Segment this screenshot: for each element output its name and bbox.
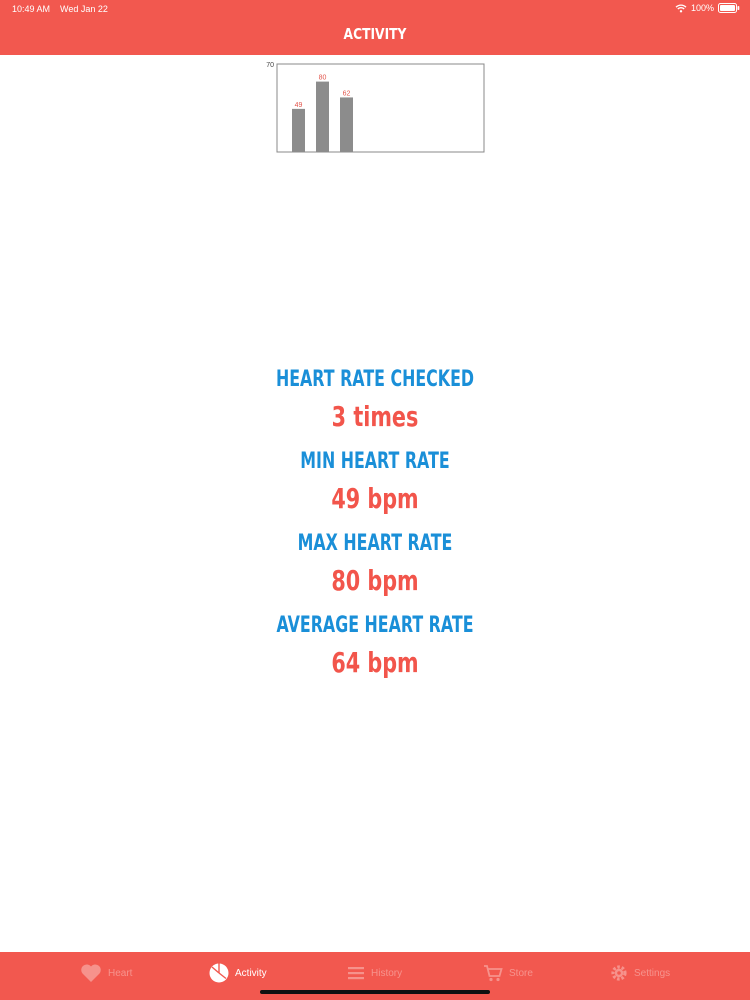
bar-value-label: 62 [343, 90, 351, 97]
heart-rate-chart: 70 49 80 62 [258, 58, 494, 158]
status-indicators: 100% [675, 3, 740, 13]
status-date: Wed Jan 22 [60, 4, 108, 14]
page-title: ACTIVITY [343, 25, 407, 43]
tab-store-label: Store [509, 967, 533, 979]
tab-heart-label: Heart [108, 967, 133, 979]
chart-bar [316, 81, 329, 152]
tab-activity[interactable]: Activity [209, 962, 267, 984]
tab-history[interactable]: History [347, 962, 402, 984]
cart-icon [483, 964, 503, 982]
heart-icon [80, 963, 102, 983]
tab-activity-label: Activity [235, 967, 267, 979]
stat-value-min: 49 bpm [331, 482, 419, 515]
stat-value-checked: 3 times [331, 400, 419, 433]
status-time: 10:49 AM [12, 4, 51, 14]
header-bar: 10:49 AM Wed Jan 22 100% ACTIVITY [0, 0, 750, 55]
chart-bar [292, 108, 305, 152]
chart-svg: 70 49 80 62 [266, 62, 485, 153]
bar-value-label: 49 [295, 102, 303, 109]
stat-label-checked: HEART RATE CHECKED [275, 367, 475, 392]
battery-icon [718, 3, 740, 13]
tab-heart[interactable]: Heart [80, 962, 132, 984]
stat-label-max: MAX HEART RATE [297, 531, 453, 556]
bar-value-label: 80 [319, 75, 327, 82]
tab-store[interactable]: Store [483, 962, 533, 984]
stat-label-min: MIN HEART RATE [300, 449, 450, 474]
home-indicator [260, 990, 490, 994]
stats-section: HEART RATE CHECKED 3 times MIN HEART RAT… [0, 360, 750, 688]
chart-frame [276, 63, 485, 153]
stat-label-average: AVERAGE HEART RATE [276, 613, 474, 638]
list-icon [347, 964, 365, 982]
wifi-icon [675, 3, 687, 13]
battery-percent: 100% [690, 3, 714, 13]
tab-settings[interactable]: Settings [610, 962, 670, 984]
stat-value-max: 80 bpm [331, 564, 419, 597]
chart-bar [340, 97, 353, 152]
tab-history-label: History [371, 967, 403, 979]
pie-chart-icon [209, 963, 229, 983]
gear-icon [610, 964, 628, 982]
tab-settings-label: Settings [634, 967, 671, 979]
tab-bar: Heart Activity History Store Settings [0, 952, 750, 1000]
stat-value-average: 64 bpm [331, 646, 419, 679]
y-tick-label: 70 [266, 62, 274, 69]
